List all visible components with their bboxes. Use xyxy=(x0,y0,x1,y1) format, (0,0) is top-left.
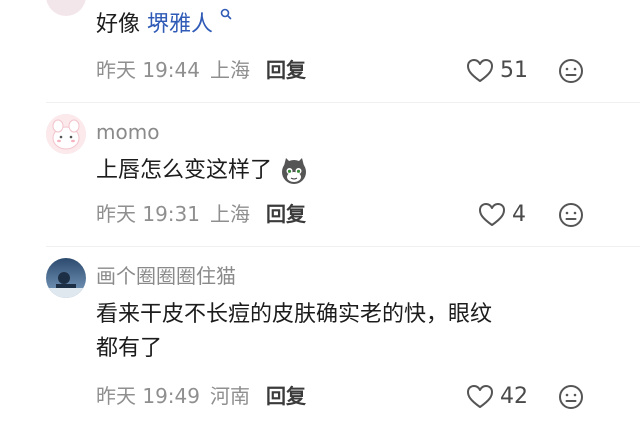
comment-item: momo 上唇怎么变这样了 昨天 19:31 上海 回复 4 xyxy=(0,110,640,250)
heart-icon xyxy=(467,59,493,82)
dislike-icon[interactable] xyxy=(558,384,584,410)
like-button[interactable]: 51 xyxy=(466,58,528,84)
username[interactable]: momo xyxy=(96,120,159,144)
like-count: 42 xyxy=(500,384,528,409)
comment-meta: 昨天 19:49 河南 回复 xyxy=(96,384,316,408)
comment-meta: 昨天 19:31 上海 回复 xyxy=(96,202,316,226)
reply-button[interactable]: 回复 xyxy=(266,384,306,408)
avatar[interactable] xyxy=(46,114,86,154)
comment-text-body: 上唇怎么变这样了 xyxy=(96,158,273,183)
divider xyxy=(46,102,640,103)
comment-time: 昨天 19:49 xyxy=(96,384,200,408)
like-button[interactable]: 42 xyxy=(466,384,528,410)
heart-icon xyxy=(467,385,493,408)
like-count: 4 xyxy=(512,202,526,227)
username[interactable]: 画个圈圈圈住猫 xyxy=(96,264,236,288)
comment-location: 上海 xyxy=(210,202,250,226)
avatar[interactable] xyxy=(46,0,86,16)
avatar-bunny-icon xyxy=(46,114,86,154)
comment-text: 看来干皮不长痘的皮肤确实老的快，眼纹 都有了 xyxy=(96,298,596,366)
reply-button[interactable]: 回复 xyxy=(266,58,306,82)
heart-icon xyxy=(479,203,505,226)
comment-location: 上海 xyxy=(210,58,250,82)
divider xyxy=(46,246,640,247)
dislike-icon[interactable] xyxy=(558,202,584,228)
comment-item: 画个圈圈圈住猫 看来干皮不长痘的皮肤确实老的快，眼纹 都有了 昨天 19:49 河… xyxy=(0,254,640,440)
comment-text: 好像 堺雅人 xyxy=(96,8,596,42)
comment-meta: 昨天 19:44 上海 回复 xyxy=(96,58,316,82)
comment-time: 昨天 19:31 xyxy=(96,202,200,226)
comment-text-line: 都有了 xyxy=(96,336,163,361)
comment-time: 昨天 19:44 xyxy=(96,58,200,82)
cat-sticker-icon xyxy=(282,158,307,184)
comment-text: 上唇怎么变这样了 xyxy=(96,154,596,188)
reply-button[interactable]: 回复 xyxy=(266,202,306,226)
like-button[interactable]: 4 xyxy=(478,202,526,228)
comment-text-prefix: 好像 xyxy=(96,12,147,37)
dislike-icon[interactable] xyxy=(558,58,584,84)
comment-text-line: 看来干皮不长痘的皮肤确实老的快，眼纹 xyxy=(96,302,493,327)
avatar[interactable] xyxy=(46,258,86,298)
comment-location: 河南 xyxy=(210,384,250,408)
comment-item: 好像 堺雅人 昨天 19:44 上海 回复 51 xyxy=(0,0,640,100)
like-count: 51 xyxy=(500,58,528,83)
search-icon[interactable] xyxy=(220,8,232,22)
search-link[interactable]: 堺雅人 xyxy=(147,12,213,37)
avatar-night-icon xyxy=(46,258,86,298)
